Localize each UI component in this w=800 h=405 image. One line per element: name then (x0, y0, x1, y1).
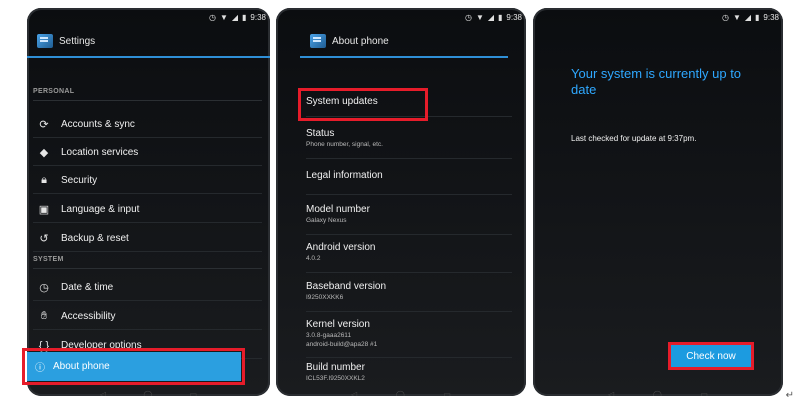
menu-accounts-sync[interactable]: ⟳ Accounts & sync (33, 112, 262, 138)
menu-label: Location services (61, 147, 139, 158)
clock-icon: ◷ (39, 282, 49, 294)
hand-icon: ✋︎ (40, 310, 48, 322)
item-title: Baseband version (306, 281, 387, 292)
info-android-version[interactable]: Android version 4.0.2 (306, 236, 512, 273)
alarm-icon: ◷ (464, 12, 472, 22)
section-header-personal: PERSONAL (33, 88, 262, 101)
battery-icon: ▮ (498, 12, 503, 22)
nav-bar: ◁ ◯ ▭ (351, 390, 451, 396)
item-sub: I9250XXKK6 (306, 294, 344, 301)
menu-label: Accounts & sync (61, 119, 135, 130)
menu-label: Date & time (61, 282, 114, 293)
phone-about: ◷ ▼ ◢ ▮ 9:38 About phone System updates … (276, 8, 526, 396)
status-time: 9:38 (250, 12, 266, 22)
backup-icon: ↺ (39, 233, 49, 245)
settings-app-icon (310, 34, 326, 48)
back-icon[interactable]: ◁ (351, 390, 357, 396)
info-baseband-version: Baseband version I9250XXKK6 (306, 275, 512, 312)
menu-security[interactable]: 🔒︎ Security (33, 168, 262, 194)
location-icon: ◆ (39, 147, 49, 159)
home-icon[interactable]: ◯ (653, 390, 662, 396)
signal-icon: ◢ (487, 12, 495, 22)
item-title: Legal information (306, 170, 383, 181)
text-caret-icon: ↵ (785, 390, 794, 401)
wifi-icon: ▼ (219, 12, 228, 22)
phone-system-update: ◷ ▼ ◢ ▮ 9:38 Your system is currently up… (533, 8, 783, 396)
menu-label: Backup & reset (61, 233, 129, 244)
highlight-box-system-updates (298, 88, 428, 121)
last-checked-text: Last checked for update at 9:37pm. (571, 134, 697, 143)
settings-app-icon (37, 34, 53, 48)
update-headline: Your system is currently up to date (571, 66, 742, 97)
keyboard-icon: ▣ (38, 204, 50, 216)
item-title: Android version (306, 242, 376, 253)
menu-label: Accessibility (61, 311, 116, 322)
home-icon[interactable]: ◯ (143, 390, 152, 396)
info-kernel-version: Kernel version 3.0.8-gaaa2611 android-bu… (306, 313, 512, 358)
signal-icon: ◢ (231, 12, 239, 22)
recents-icon[interactable]: ▭ (700, 390, 708, 396)
action-bar: About phone (300, 26, 508, 58)
status-time: 9:38 (763, 12, 779, 22)
back-icon[interactable]: ◁ (100, 390, 106, 396)
menu-label: Security (61, 175, 98, 186)
status-bar: ◷ ▼ ◢ ▮ 9:38 (533, 10, 779, 24)
back-icon[interactable]: ◁ (608, 390, 614, 396)
menu-legal-information[interactable]: Legal information (306, 160, 512, 195)
menu-location-services[interactable]: ◆ Location services (33, 140, 262, 166)
action-bar: Settings (27, 26, 270, 58)
page-title: About phone (332, 35, 389, 47)
item-sub: android-build@apa28 #1 (306, 341, 378, 348)
status-bar: ◷ ▼ ◢ ▮ 9:38 (27, 10, 266, 24)
item-sub: Galaxy Nexus (306, 217, 347, 224)
item-sub: 3.0.8-gaaa2611 (306, 332, 352, 339)
signal-icon: ◢ (744, 12, 752, 22)
sync-icon: ⟳ (39, 119, 49, 131)
item-title: Build number (306, 362, 365, 373)
phone-settings: ◷ ▼ ◢ ▮ 9:38 Settings PERSONAL ⟳ Account… (27, 8, 270, 396)
lock-icon: 🔒︎ (41, 174, 47, 186)
info-model-number: Model number Galaxy Nexus (306, 198, 512, 235)
item-sub: ICL53F.I9250XXKL2 (306, 375, 365, 382)
highlight-box-about-phone (22, 348, 245, 385)
info-build-number: Build number ICL53F.I9250XXKL2 (306, 358, 512, 394)
menu-status[interactable]: Status Phone number, signal, etc. (306, 122, 512, 159)
check-now-button[interactable]: Check now (668, 342, 754, 370)
battery-icon: ▮ (755, 12, 760, 22)
nav-bar: ◁ ◯ ▭ (608, 390, 708, 396)
item-title: Status (306, 128, 335, 139)
status-time: 9:38 (506, 12, 522, 22)
alarm-icon: ◷ (208, 12, 216, 22)
item-sub: Phone number, signal, etc. (306, 141, 383, 148)
item-title: Model number (306, 204, 370, 215)
recents-icon[interactable]: ▭ (190, 390, 198, 396)
nav-bar: ◁ ◯ ▭ (100, 390, 197, 396)
home-icon[interactable]: ◯ (396, 390, 405, 396)
menu-backup-reset[interactable]: ↺ Backup & reset (33, 226, 262, 252)
item-title: Kernel version (306, 319, 370, 330)
wifi-icon: ▼ (475, 12, 484, 22)
recents-icon[interactable]: ▭ (443, 390, 451, 396)
wifi-icon: ▼ (732, 12, 741, 22)
menu-date-time[interactable]: ◷ Date & time (33, 275, 262, 301)
alarm-icon: ◷ (721, 12, 729, 22)
status-bar: ◷ ▼ ◢ ▮ 9:38 (276, 10, 522, 24)
item-sub: 4.0.2 (306, 255, 321, 262)
section-header-system: SYSTEM (33, 256, 262, 269)
battery-icon: ▮ (242, 12, 247, 22)
page-title: Settings (59, 35, 96, 47)
menu-language-input[interactable]: ▣ Language & input (33, 197, 262, 223)
menu-accessibility[interactable]: ✋︎ Accessibility (33, 304, 262, 330)
menu-label: Language & input (61, 204, 140, 215)
